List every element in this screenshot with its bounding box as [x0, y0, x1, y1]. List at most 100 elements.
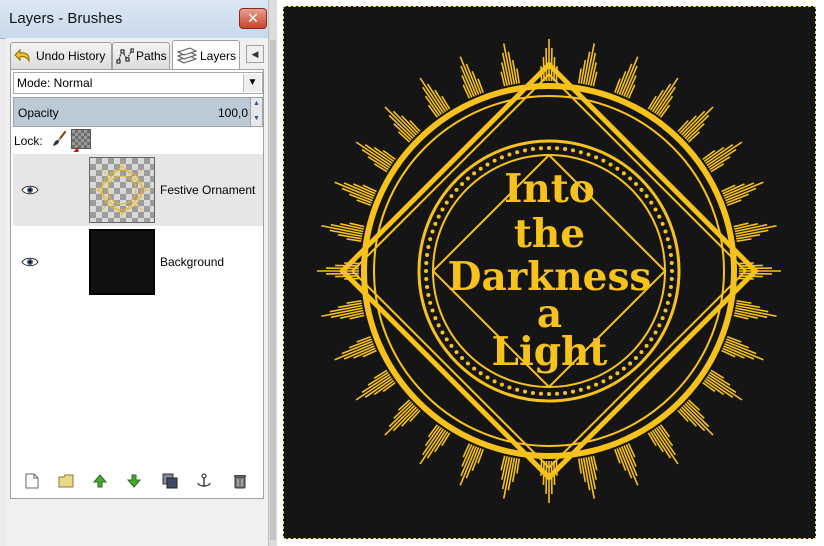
ring-dot — [578, 150, 583, 155]
undo-icon — [14, 47, 34, 65]
image-canvas[interactable]: Into the Darkness a Light — [283, 6, 816, 539]
opacity-slider[interactable]: Opacity 100,0 ▲ ▼ — [13, 97, 263, 127]
ray-line — [577, 68, 582, 84]
ornament-text-line: Light — [491, 329, 608, 375]
close-button[interactable]: ✕ — [239, 8, 267, 29]
dock-titlebar: Layers - Brushes ✕ — [0, 0, 268, 39]
ray-line — [419, 77, 445, 114]
dock-panel: Undo History Paths Layers ◀ Mode: Normal… — [6, 38, 268, 546]
scrollbar-thumb[interactable] — [270, 40, 276, 540]
layers-icon — [176, 46, 198, 65]
tab-bar: Undo History Paths Layers ◀ — [10, 40, 266, 70]
tab-layers[interactable]: Layers — [172, 40, 240, 70]
canvas-area: Into the Darkness a Light — [277, 0, 824, 546]
new-group-icon[interactable] — [56, 472, 76, 490]
tab-paths-label: Paths — [136, 49, 167, 63]
tab-paths[interactable]: Paths — [112, 42, 170, 69]
ring-dot — [563, 390, 568, 395]
ray-line — [477, 78, 484, 94]
paths-icon — [116, 47, 134, 65]
ring-dot — [547, 146, 551, 150]
ring-dot — [515, 387, 520, 392]
tab-layers-label: Layers — [200, 48, 237, 63]
anchor-layer-icon[interactable] — [194, 472, 214, 490]
chevron-down-icon[interactable]: ▼ — [243, 74, 261, 92]
layers-panel: Mode: Normal ▼ Opacity 100,0 ▲ ▼ Lock: F… — [10, 69, 264, 499]
ray-line — [460, 445, 475, 477]
ring-dot — [507, 152, 512, 157]
ring-dot — [507, 385, 512, 390]
ring-dot — [555, 391, 560, 396]
ring-dot — [594, 382, 599, 387]
layers-toolbar — [10, 468, 264, 494]
ring-dot — [586, 152, 591, 157]
ring-dot — [538, 391, 543, 396]
ray-line — [653, 428, 679, 465]
tab-undo-history-label: Undo History — [36, 49, 106, 63]
ray-line — [614, 448, 621, 464]
mode-dropdown[interactable]: Mode: Normal ▼ — [13, 72, 263, 94]
ring-dot — [563, 147, 568, 152]
layer-row-festive-ornament[interactable]: Festive Ornament — [13, 154, 263, 226]
ray-line — [577, 458, 582, 474]
opacity-value: 100,0 — [217, 106, 248, 120]
eye-icon[interactable] — [21, 184, 39, 199]
ring-dot — [530, 390, 535, 395]
layer-thumbnail[interactable] — [89, 229, 155, 295]
ring-dot — [594, 155, 599, 160]
ray-line — [419, 428, 445, 465]
ring-dot — [499, 155, 504, 160]
lock-label: Lock: — [14, 134, 43, 148]
ornament-text-line: Into — [504, 166, 595, 212]
dock-scrollbar[interactable] — [268, 0, 277, 546]
ray-line — [516, 458, 521, 474]
delete-layer-icon[interactable] — [230, 472, 250, 490]
layer-row-background[interactable]: Background — [13, 226, 263, 298]
layer-name[interactable]: Background — [160, 255, 224, 269]
ring-dot — [485, 162, 490, 167]
ornament-text-line: a — [536, 291, 563, 337]
ornament-text-line: the — [513, 211, 586, 257]
ring-dot — [492, 158, 497, 163]
window-title: Layers - Brushes — [9, 10, 123, 27]
layer-thumbnail[interactable] — [89, 157, 155, 223]
spin-down-icon[interactable]: ▼ — [253, 115, 260, 122]
opacity-spinner[interactable]: ▲ ▼ — [250, 98, 262, 126]
ring-dot — [523, 389, 528, 394]
tab-menu-button[interactable]: ◀ — [246, 45, 264, 63]
duplicate-layer-icon[interactable] — [160, 472, 180, 490]
ring-dot — [547, 392, 551, 396]
tab-undo-history[interactable]: Undo History — [10, 42, 112, 69]
ring-dot — [601, 379, 606, 384]
ring-dot — [492, 379, 497, 384]
ring-dot — [601, 158, 606, 163]
ring-dot — [515, 150, 520, 155]
ring-dot — [570, 148, 575, 153]
ring-dot — [570, 389, 575, 394]
ray-line — [653, 77, 679, 114]
ray-line — [516, 68, 521, 84]
ring-dot — [499, 382, 504, 387]
lower-layer-icon[interactable] — [124, 472, 144, 490]
ring-dot — [578, 387, 583, 392]
ring-dot — [608, 162, 613, 167]
ring-dot — [586, 385, 591, 390]
ray-line — [706, 375, 743, 401]
new-layer-icon[interactable] — [22, 472, 42, 490]
raise-layer-icon[interactable] — [90, 472, 110, 490]
ring-dot — [555, 146, 560, 151]
eye-icon[interactable] — [21, 256, 39, 271]
layer-name[interactable]: Festive Ornament — [160, 183, 255, 197]
spin-up-icon[interactable]: ▲ — [253, 100, 260, 107]
ring-dot — [538, 146, 543, 151]
layers-dock: Layers - Brushes ✕ Undo History Paths La… — [0, 0, 268, 546]
ray-line — [477, 448, 484, 464]
ray-line — [614, 78, 621, 94]
ray-line — [623, 445, 638, 477]
layer-list: Festive Ornament Background — [13, 152, 263, 452]
ray-line — [355, 375, 392, 401]
ring-dot — [608, 375, 613, 380]
mode-value: Mode: Normal — [17, 76, 93, 90]
ring-dot — [530, 147, 535, 152]
opacity-label: Opacity — [18, 106, 59, 120]
